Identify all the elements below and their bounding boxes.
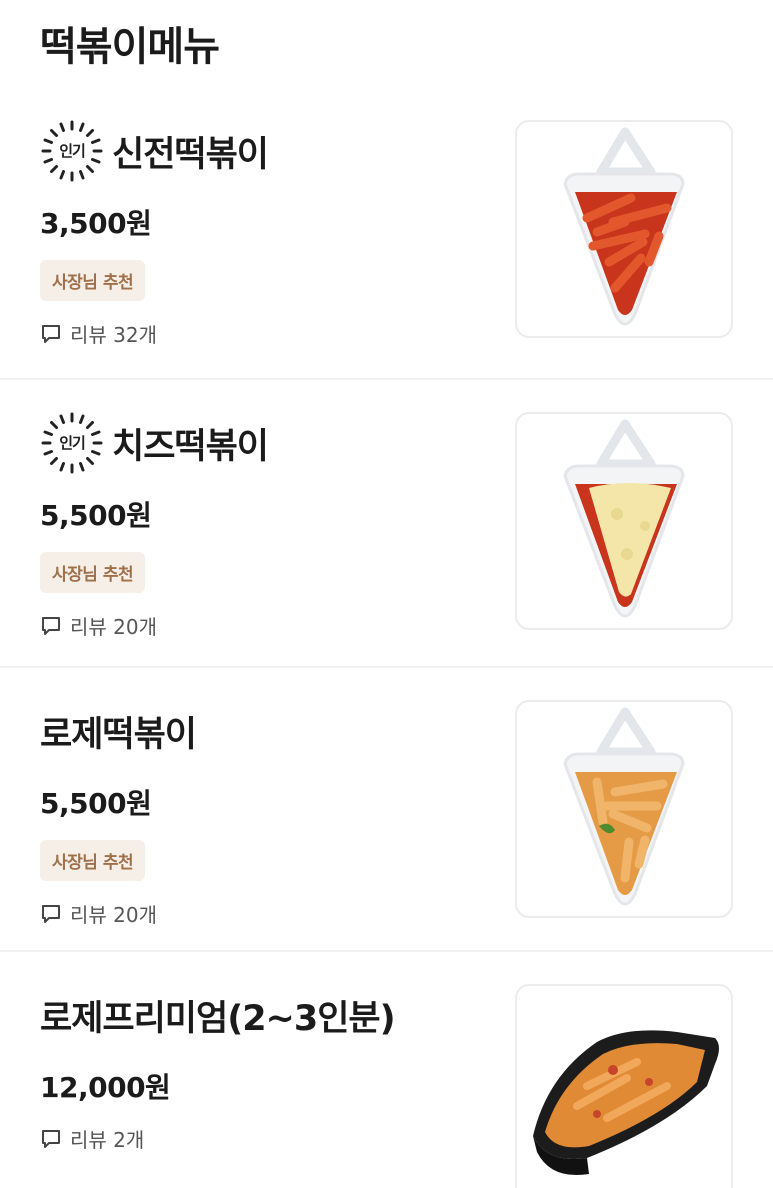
menu-item[interactable]: 인기 신전떡볶이 3,500원 사장님 추천 리뷰 32개 <box>0 88 773 380</box>
menu-item-info: 로제떡볶이 5,500원 사장님 추천 리뷰 20개 <box>40 698 480 928</box>
review-count: 리뷰 2개 <box>40 1124 480 1153</box>
speech-bubble-icon <box>42 616 60 635</box>
section-title: 떡볶이메뉴 <box>40 24 220 70</box>
menu-item-name-row: 인기 치즈떡볶이 <box>40 410 480 476</box>
review-count: 리뷰 32개 <box>40 319 480 348</box>
popular-badge: 인기 <box>40 411 104 475</box>
menu-item[interactable]: 인기 치즈떡볶이 5,500원 사장님 추천 리뷰 20개 <box>0 380 773 668</box>
review-count: 리뷰 20개 <box>40 611 480 640</box>
menu-item[interactable]: 로제떡볶이 5,500원 사장님 추천 리뷰 20개 <box>0 668 773 952</box>
menu-item-name: 로제떡볶이 <box>40 714 197 755</box>
menu-item-price: 5,500원 <box>40 499 152 532</box>
cheese-tteokbokki-image <box>563 419 685 618</box>
menu-item-name: 치즈떡볶이 <box>112 426 269 467</box>
menu-item-name-row: 인기 신전떡볶이 <box>40 118 480 184</box>
popular-badge-label: 인기 <box>59 434 86 452</box>
review-count-label: 리뷰 20개 <box>70 615 158 639</box>
review-count: 리뷰 20개 <box>40 899 480 928</box>
red-tteokbokki-image <box>563 127 685 326</box>
rose-premium-tray-image <box>533 1030 719 1176</box>
menu-list: 인기 신전떡볶이 3,500원 사장님 추천 리뷰 32개 인기 치즈떡볶이 5… <box>0 88 773 1188</box>
menu-item-info: 인기 신전떡볶이 3,500원 사장님 추천 리뷰 32개 <box>40 118 480 348</box>
menu-item[interactable]: 로제프리미엄(2~3인분) 12,000원 리뷰 2개 <box>0 952 773 1188</box>
speech-bubble-icon <box>42 904 60 923</box>
menu-item-price: 5,500원 <box>40 787 152 820</box>
recommend-badge: 사장님 추천 <box>40 552 146 593</box>
review-count-label: 리뷰 20개 <box>70 903 158 927</box>
menu-item-name: 신전떡볶이 <box>112 134 269 175</box>
menu-item-info: 인기 치즈떡볶이 5,500원 사장님 추천 리뷰 20개 <box>40 410 480 640</box>
popular-badge-label: 인기 <box>59 142 86 160</box>
recommend-badge: 사장님 추천 <box>40 840 146 881</box>
speech-bubble-icon <box>42 324 60 343</box>
menu-item-image[interactable] <box>515 120 733 338</box>
menu-item-price: 3,500원 <box>40 207 152 240</box>
menu-item-image[interactable] <box>515 984 733 1188</box>
review-count-label: 리뷰 32개 <box>70 323 158 347</box>
menu-item-info: 로제프리미엄(2~3인분) 12,000원 리뷰 2개 <box>40 982 480 1153</box>
rose-tteokbokki-image <box>563 707 685 906</box>
menu-item-price: 12,000원 <box>40 1071 171 1104</box>
review-count-label: 리뷰 2개 <box>70 1128 145 1152</box>
menu-item-name-row: 로제프리미엄(2~3인분) <box>40 982 480 1048</box>
recommend-badge: 사장님 추천 <box>40 260 146 301</box>
speech-bubble-icon <box>42 1129 60 1148</box>
menu-item-name-row: 로제떡볶이 <box>40 698 480 764</box>
menu-item-image[interactable] <box>515 412 733 630</box>
menu-item-image[interactable] <box>515 700 733 918</box>
popular-badge: 인기 <box>40 119 104 183</box>
menu-item-name: 로제프리미엄(2~3인분) <box>40 998 396 1039</box>
